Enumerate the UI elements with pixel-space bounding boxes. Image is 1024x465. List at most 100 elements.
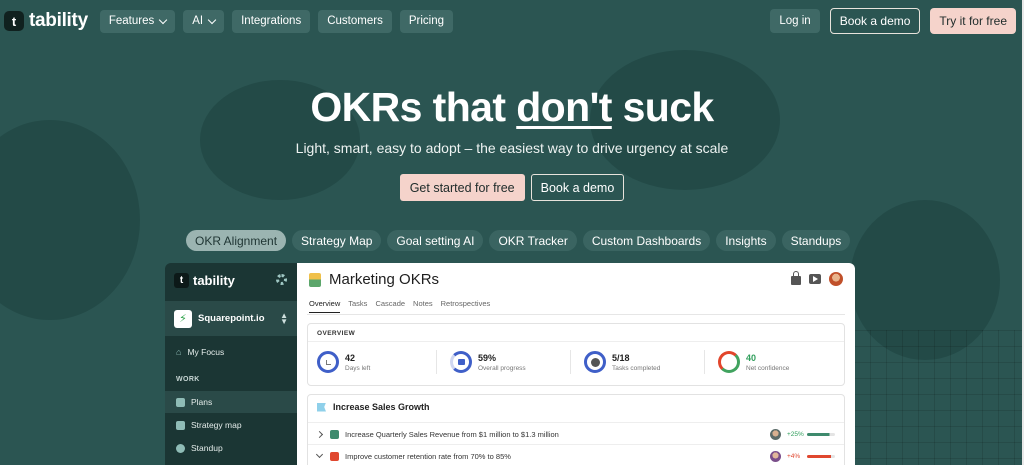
app-main: Marketing OKRs Overview Tasks Cascade No… — [297, 263, 855, 465]
gear-icon[interactable] — [276, 274, 287, 285]
sidebar-item-label: Strategy map — [191, 420, 242, 430]
kr-status-icon — [330, 451, 339, 461]
stat-value: 40 — [746, 352, 757, 363]
chevron-down-icon — [207, 15, 217, 24]
avatar[interactable] — [829, 272, 843, 286]
nav-ai[interactable]: AI — [183, 9, 225, 33]
workspace-name: Squarepoint.io — [198, 313, 265, 324]
feature-tabs: OKR Alignment Strategy Map Goal setting … — [186, 230, 851, 251]
plan-header: Marketing OKRs — [309, 271, 439, 288]
kr-status-icon — [330, 429, 339, 439]
nav-customers[interactable]: Customers — [318, 9, 392, 33]
hero-title-part1: OKRs that — [310, 84, 517, 130]
plan-emoji-icon — [309, 272, 321, 287]
tab-standups[interactable]: Standups — [781, 230, 851, 251]
stat-label: Net confidence — [746, 364, 790, 372]
chevron-down-icon[interactable] — [315, 450, 324, 459]
tab-notes[interactable]: Notes — [413, 299, 433, 313]
tab-goal-setting-ai[interactable]: Goal setting AI — [387, 230, 484, 251]
sidebar-item-label: Plans — [191, 397, 213, 407]
progress-ring-icon — [450, 351, 472, 373]
nav-features[interactable]: Features — [99, 9, 176, 33]
chevron-down-icon — [158, 15, 168, 24]
hero-title-part2: suck — [611, 84, 715, 130]
divider — [570, 350, 571, 374]
stat-net-confidence: 40 Net confidence — [718, 351, 789, 373]
hero-cta-row: Get started for free Book a demo — [0, 174, 1024, 201]
strategy-map-icon — [176, 420, 185, 430]
kr-change: +4% — [787, 452, 801, 460]
tab-strategy-map[interactable]: Strategy Map — [292, 230, 382, 251]
stat-value: 42 — [345, 352, 356, 363]
nav-integrations[interactable]: Integrations — [232, 9, 311, 33]
tab-cascade[interactable]: Cascade — [375, 299, 405, 313]
stat-tasks-completed: 5/18 Tasks completed — [584, 351, 660, 373]
kr-text: Increase Quarterly Sales Revenue from $1… — [345, 429, 559, 439]
stat-label: Overall progress — [478, 364, 526, 372]
goal-title: Increase Sales Growth — [333, 402, 430, 412]
key-result-row[interactable]: Improve customer retention rate from 70%… — [315, 445, 835, 465]
kr-progress-bar — [807, 454, 835, 458]
nav-ai-label: AI — [192, 15, 204, 27]
present-icon[interactable] — [809, 274, 821, 284]
tab-okr-alignment[interactable]: OKR Alignment — [186, 230, 287, 251]
sidebar-item-label: Standup — [191, 443, 223, 453]
key-result-row[interactable]: Increase Quarterly Sales Revenue from $1… — [315, 423, 835, 445]
tab-retrospectives[interactable]: Retrospectives — [441, 299, 491, 313]
standup-icon — [176, 443, 185, 453]
flag-icon — [317, 402, 326, 412]
sidebar-item-strategy-map[interactable]: Strategy map — [165, 414, 297, 436]
kr-change: +25% — [787, 430, 804, 438]
plan-title: Marketing OKRs — [329, 271, 440, 288]
tab-insights[interactable]: Insights — [716, 230, 776, 251]
overview-heading: OVERVIEW — [317, 330, 356, 337]
nav-features-label: Features — [108, 15, 155, 27]
divider — [436, 350, 437, 374]
plan-tabs: Overview Tasks Cascade Notes Retrospecti… — [309, 299, 490, 313]
top-nav: t tability Features AI Integrations Cust… — [4, 8, 1016, 34]
updown-chevron-icon: ▲ ▼ — [280, 310, 288, 326]
hero-subtitle: Light, smart, easy to adopt – the easies… — [295, 140, 729, 156]
kr-progress-bar — [807, 432, 835, 436]
hero-title-underlined: don't — [516, 84, 612, 130]
nav-actions: Log in Book a demo Try it for free — [770, 8, 1016, 34]
sidebar-item-plans[interactable]: Plans — [165, 391, 297, 413]
app-logo-text: tability — [193, 273, 235, 288]
sidebar-item-my-focus[interactable]: ⌂ My Focus — [165, 341, 297, 363]
workspace-logo-icon: ⚡ — [174, 309, 192, 328]
nav-pricing[interactable]: Pricing — [399, 9, 453, 33]
sidebar-section-work: WORK — [176, 376, 200, 383]
stat-value: 59% — [478, 352, 497, 363]
app-preview: t tability ⚡ Squarepoint.io ▲ ▼ ⌂ My Focu… — [165, 263, 855, 465]
app-sidebar: t tability ⚡ Squarepoint.io ▲ ▼ ⌂ My Focu… — [165, 263, 297, 465]
stat-days-left: 42 Days left — [317, 351, 370, 373]
tasks-ring-icon — [584, 351, 606, 373]
book-demo-nav-button[interactable]: Book a demo — [829, 8, 921, 34]
app-logo: t tability — [174, 273, 235, 288]
chevron-right-icon[interactable] — [315, 430, 324, 438]
login-button[interactable]: Log in — [770, 9, 820, 33]
sidebar-item-standup[interactable]: Standup — [165, 437, 297, 459]
tab-okr-tracker[interactable]: OKR Tracker — [489, 230, 577, 251]
logo-text: tability — [29, 10, 88, 31]
tab-overview[interactable]: Overview — [309, 299, 341, 313]
tab-custom-dashboards[interactable]: Custom Dashboards — [582, 230, 711, 251]
stat-label: Days left — [345, 364, 371, 372]
lock-icon[interactable] — [791, 271, 801, 285]
book-demo-hero-button[interactable]: Book a demo — [530, 174, 625, 201]
stat-value: 5/18 — [612, 352, 630, 363]
get-started-button[interactable]: Get started for free — [399, 174, 525, 201]
try-free-button[interactable]: Try it for free — [930, 8, 1016, 34]
logo-mark-icon: t — [4, 11, 24, 31]
sidebar-item-label: My Focus — [187, 347, 225, 357]
clock-icon — [317, 351, 339, 373]
brand-logo[interactable]: t tability — [4, 10, 88, 32]
stat-label: Tasks completed — [612, 364, 661, 372]
stat-overall-progress: 59% Overall progress — [450, 351, 526, 373]
tab-tasks[interactable]: Tasks — [348, 299, 367, 313]
confidence-ring-icon — [718, 351, 740, 373]
divider — [307, 314, 845, 315]
workspace-switcher[interactable]: ⚡ Squarepoint.io ▲ ▼ — [165, 301, 297, 336]
goal-header[interactable]: Increase Sales Growth — [317, 402, 430, 412]
goal-card: Increase Sales Growth Increase Quarterly… — [307, 394, 845, 465]
